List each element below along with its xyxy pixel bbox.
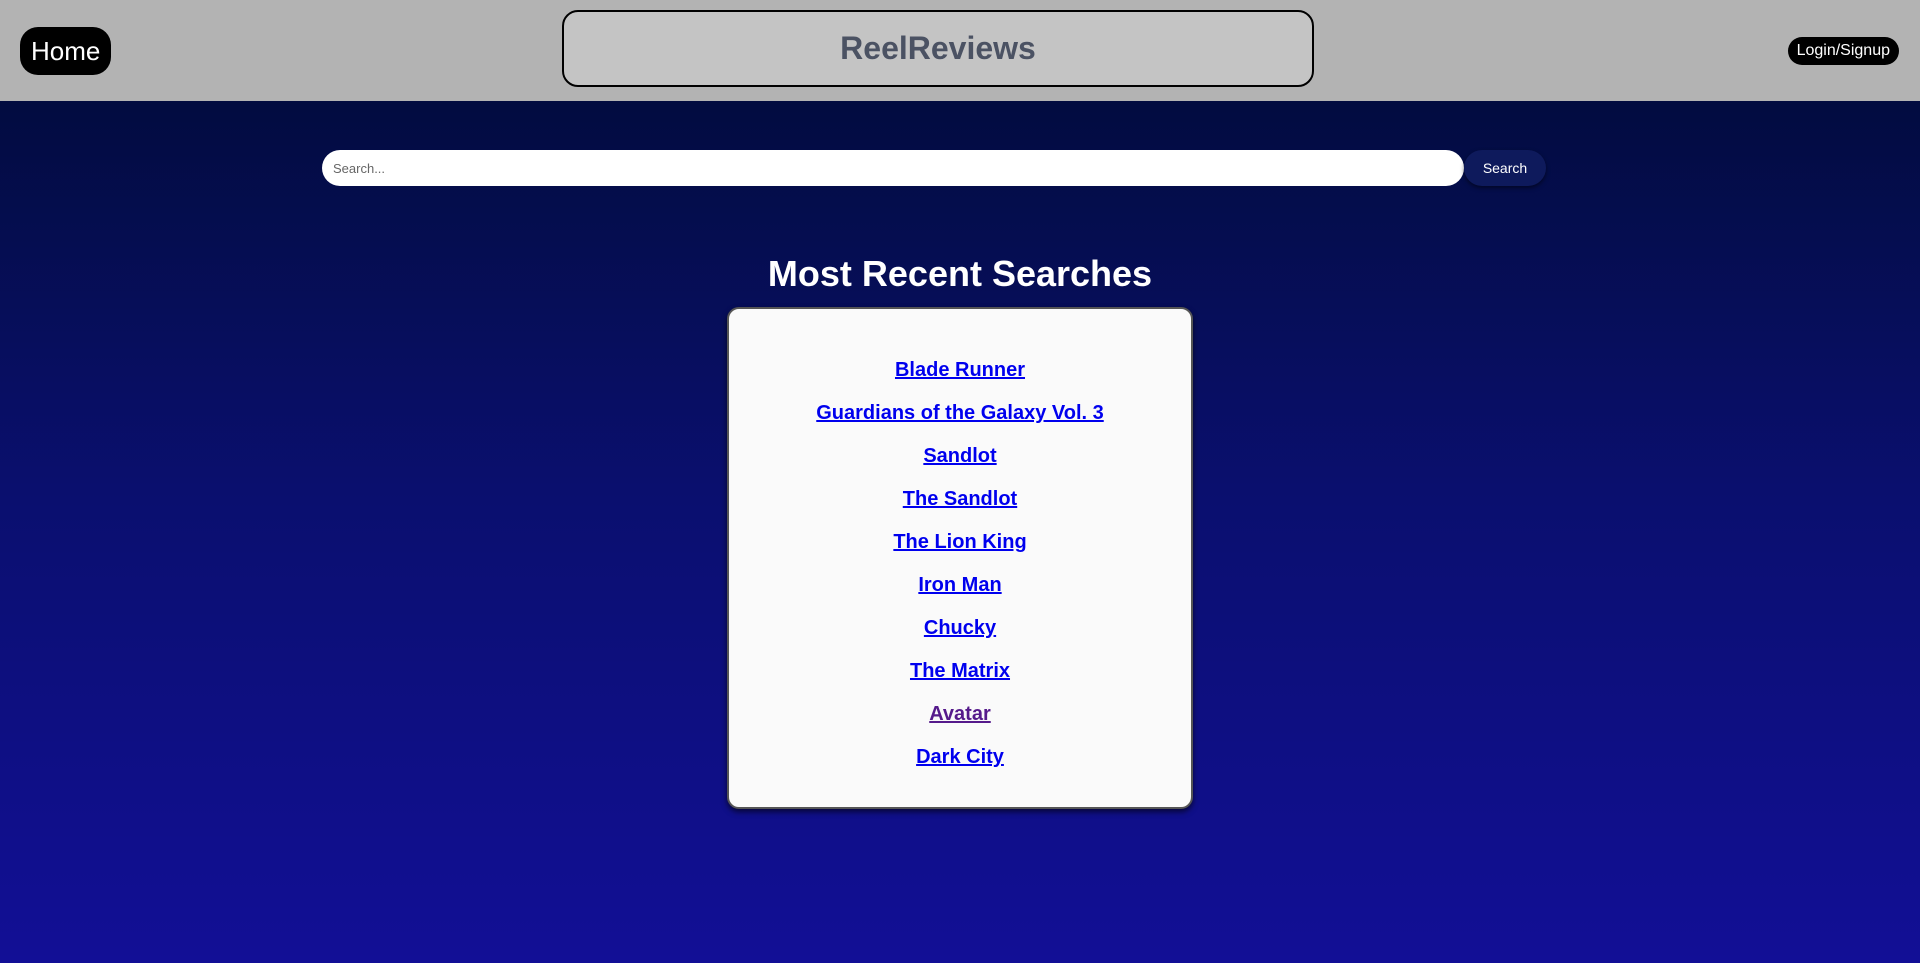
recent-search-link[interactable]: Iron Man xyxy=(918,574,1001,596)
brand-banner: ReelReviews xyxy=(562,10,1314,87)
search-button[interactable]: Search xyxy=(1464,150,1546,186)
recent-searches-card: Blade Runner Guardians of the Galaxy Vol… xyxy=(727,307,1193,809)
top-navbar: Home ReelReviews Login/Signup xyxy=(0,0,1920,101)
page: Home ReelReviews Login/Signup Search Mos… xyxy=(0,0,1920,965)
list-item: Avatar xyxy=(729,693,1191,736)
list-item: The Matrix xyxy=(729,650,1191,693)
site-title: ReelReviews xyxy=(840,30,1036,66)
list-item: Guardians of the Galaxy Vol. 3 xyxy=(729,392,1191,435)
list-item: Blade Runner xyxy=(729,349,1191,392)
main-content: Search Most Recent Searches Blade Runner… xyxy=(0,101,1920,963)
search-input[interactable] xyxy=(322,150,1464,186)
list-item: Sandlot xyxy=(729,435,1191,478)
list-item: Dark City xyxy=(729,736,1191,779)
list-item: Iron Man xyxy=(729,564,1191,607)
login-signup-button[interactable]: Login/Signup xyxy=(1787,37,1899,65)
recent-search-link[interactable]: Guardians of the Galaxy Vol. 3 xyxy=(816,402,1104,424)
search-bar: Search xyxy=(322,150,1546,186)
recent-search-link[interactable]: The Lion King xyxy=(893,531,1026,553)
recent-search-link[interactable]: Chucky xyxy=(924,617,996,639)
recent-search-link[interactable]: Sandlot xyxy=(923,445,996,467)
recent-search-link[interactable]: Blade Runner xyxy=(895,359,1025,381)
recent-searches-list: Blade Runner Guardians of the Galaxy Vol… xyxy=(729,349,1191,779)
recent-searches-heading: Most Recent Searches xyxy=(767,253,1153,294)
home-button[interactable]: Home xyxy=(20,27,112,75)
recent-search-link[interactable]: The Sandlot xyxy=(903,488,1017,510)
list-item: The Sandlot xyxy=(729,478,1191,521)
recent-search-link[interactable]: The Matrix xyxy=(910,660,1010,682)
recent-search-link[interactable]: Dark City xyxy=(916,746,1004,768)
list-item: Chucky xyxy=(729,607,1191,650)
list-item: The Lion King xyxy=(729,521,1191,564)
recent-search-link[interactable]: Avatar xyxy=(929,703,991,725)
